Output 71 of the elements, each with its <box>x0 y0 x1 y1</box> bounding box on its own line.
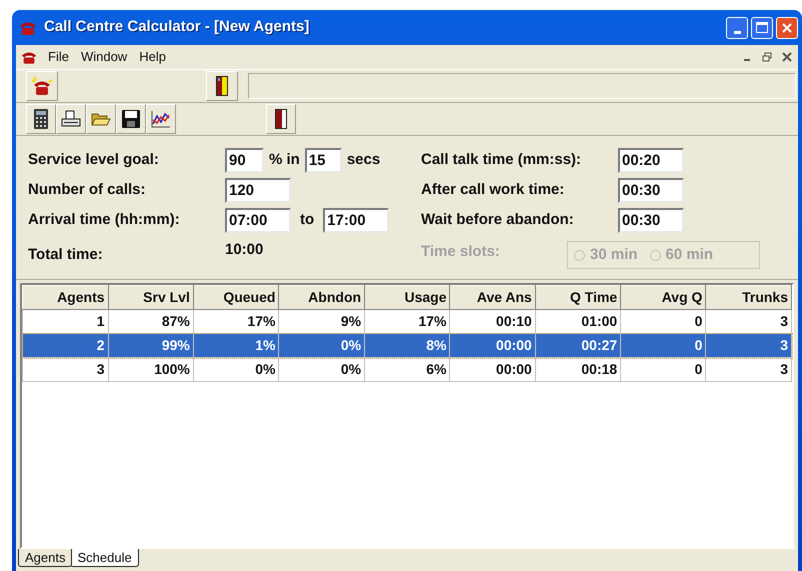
save-button[interactable] <box>116 104 146 134</box>
tab[interactable]: Schedule <box>70 549 139 567</box>
door-icon <box>216 76 228 96</box>
save-icon <box>122 110 140 128</box>
table-cell: 6% <box>364 358 450 382</box>
table-cell: 100% <box>108 358 194 382</box>
table-cell: 0 <box>620 358 706 382</box>
input-field[interactable]: 90 <box>225 148 264 172</box>
maximize-icon <box>756 22 768 33</box>
print-button[interactable] <box>56 104 86 134</box>
menu-item[interactable]: File <box>42 47 75 67</box>
phone-icon <box>18 20 38 36</box>
chart-icon <box>151 110 171 128</box>
folder-icon <box>91 111 111 127</box>
ringing-phone-button[interactable] <box>26 71 58 101</box>
column-header[interactable]: Abndon <box>278 286 365 310</box>
column-header[interactable]: Avg Q <box>620 286 706 310</box>
field-label: Service level goal: <box>28 150 160 170</box>
ringing-phone-icon <box>31 76 53 96</box>
input-field[interactable]: 17:00 <box>323 208 390 232</box>
calculator-icon <box>34 109 48 129</box>
tab[interactable]: Agents <box>18 549 72 567</box>
column-header[interactable]: Srv Lvl <box>108 286 194 310</box>
field-label: to <box>300 210 314 230</box>
minimize-button[interactable] <box>726 16 748 38</box>
input-field[interactable]: 00:30 <box>618 178 684 202</box>
table-cell: 0% <box>193 358 279 382</box>
close-button[interactable] <box>776 16 798 38</box>
field-label: Time slots: <box>421 242 501 262</box>
field-label: After call work time: <box>421 180 566 200</box>
minimize-icon <box>744 59 750 61</box>
menu-item[interactable]: Help <box>133 47 172 67</box>
input-field[interactable]: 00:30 <box>618 208 684 232</box>
maximize-button[interactable] <box>751 16 773 38</box>
input-field[interactable]: 07:00 <box>225 208 291 232</box>
field-label: % in <box>269 150 300 170</box>
field-label: Call talk time (mm:ss): <box>421 150 582 170</box>
table-cell: 0% <box>278 358 365 382</box>
field-label: Number of calls: <box>28 180 147 200</box>
unit-label: secs <box>346 150 380 170</box>
phone-icon[interactable] <box>20 50 38 64</box>
column-header[interactable]: Queued <box>193 286 279 310</box>
folder-button[interactable] <box>86 104 116 134</box>
close-icon <box>782 52 792 62</box>
field-label: Total time: <box>28 244 104 265</box>
menu-item[interactable]: Window <box>74 47 134 67</box>
close-icon <box>781 22 793 34</box>
column-header[interactable]: Agents <box>22 286 108 310</box>
input-field[interactable]: 00:20 <box>618 148 684 172</box>
chart-button[interactable] <box>146 104 176 134</box>
field-label: Wait before abandon: <box>421 210 575 230</box>
minimize-icon <box>734 30 740 34</box>
table-cell: 3 <box>22 358 108 382</box>
input-field[interactable]: 15 <box>304 148 342 172</box>
table-cell: 3 <box>706 358 792 382</box>
field-label: Arrival time (hh:mm): <box>28 210 181 230</box>
table-cell: 00:18 <box>535 358 621 382</box>
column-header[interactable]: Usage <box>364 286 450 310</box>
door-icon <box>275 109 287 129</box>
door-button[interactable] <box>206 71 238 101</box>
column-header[interactable]: Ave Ans <box>450 286 536 310</box>
door-button[interactable] <box>266 104 296 134</box>
column-header[interactable]: Trunks <box>706 286 792 310</box>
restore-icon <box>762 52 772 62</box>
total-time-value: 10:00 <box>225 240 264 260</box>
calculator-button[interactable] <box>26 104 56 134</box>
printer-icon <box>61 110 81 128</box>
input-field[interactable]: 120 <box>225 178 291 202</box>
column-header[interactable]: Q Time <box>535 286 621 310</box>
table-cell: 00:00 <box>450 358 536 382</box>
window-title: Call Centre Calculator - [New Agents] <box>44 17 310 38</box>
